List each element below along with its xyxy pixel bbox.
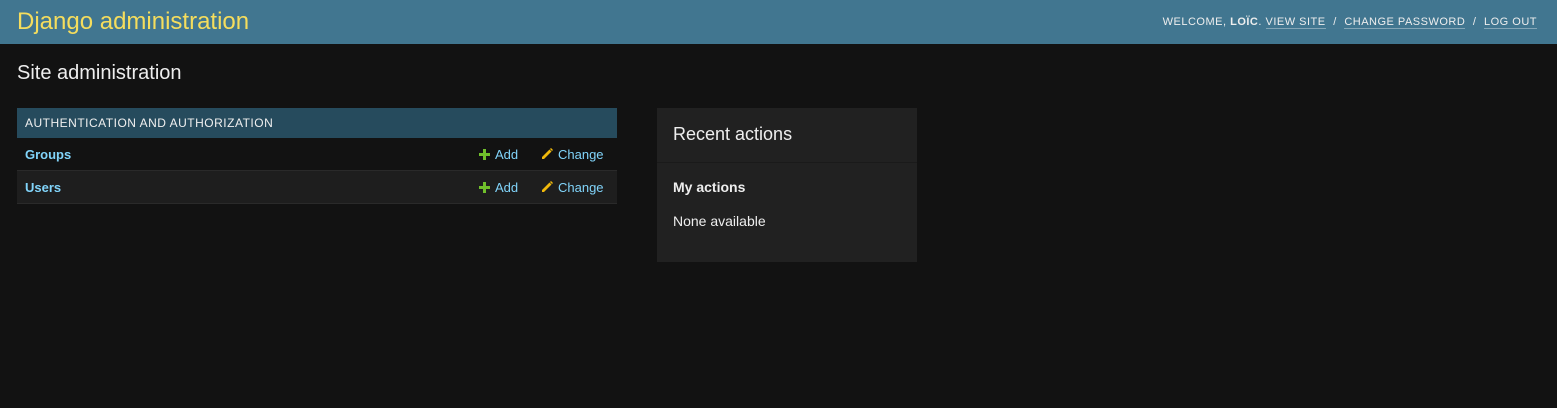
page-title: Site administration xyxy=(17,62,182,84)
site-brand[interactable]: Django administration xyxy=(17,8,249,36)
change-groups-button[interactable]: Change xyxy=(541,147,604,162)
welcome-text: Welcome, xyxy=(1162,16,1231,28)
user-tools: Welcome, Loïc. View site / Change passwo… xyxy=(1162,16,1537,29)
plus-icon xyxy=(479,148,490,160)
empty-actions-text: None available xyxy=(673,213,766,229)
app-caption[interactable]: Authentication and Authorization xyxy=(17,108,617,138)
add-label: Add xyxy=(495,179,519,195)
pencil-icon xyxy=(542,181,553,192)
change-label: Change xyxy=(558,146,604,162)
add-users-button[interactable]: Add xyxy=(479,180,518,195)
add-groups-button[interactable]: Add xyxy=(479,147,518,162)
separator: / xyxy=(1472,16,1477,28)
change-password-link[interactable]: Change password xyxy=(1344,16,1466,29)
header: Django administration Welcome, Loïc. Vie… xyxy=(0,0,1557,44)
change-label: Change xyxy=(558,179,604,195)
plus-icon xyxy=(479,181,490,193)
model-row-groups: Groups Add Change xyxy=(17,138,617,171)
app-module-auth: Authentication and Authorization Groups … xyxy=(17,108,617,204)
model-link-users[interactable]: Users xyxy=(25,180,61,195)
change-users-button[interactable]: Change xyxy=(541,180,604,195)
separator: / xyxy=(1333,16,1337,28)
welcome-suffix: . xyxy=(1258,16,1262,28)
username: Loïc xyxy=(1230,16,1259,28)
add-label: Add xyxy=(495,146,519,162)
pencil-icon xyxy=(542,148,553,159)
my-actions-heading: My actions xyxy=(673,179,746,195)
log-out-link[interactable]: Log out xyxy=(1483,16,1537,29)
recent-actions-title: Recent actions xyxy=(657,108,917,163)
model-link-groups[interactable]: Groups xyxy=(25,147,71,162)
model-row-users: Users Add Change xyxy=(17,171,617,204)
view-site-link[interactable]: View site xyxy=(1265,16,1326,29)
recent-actions-panel: Recent actions My actions None available xyxy=(657,108,917,262)
